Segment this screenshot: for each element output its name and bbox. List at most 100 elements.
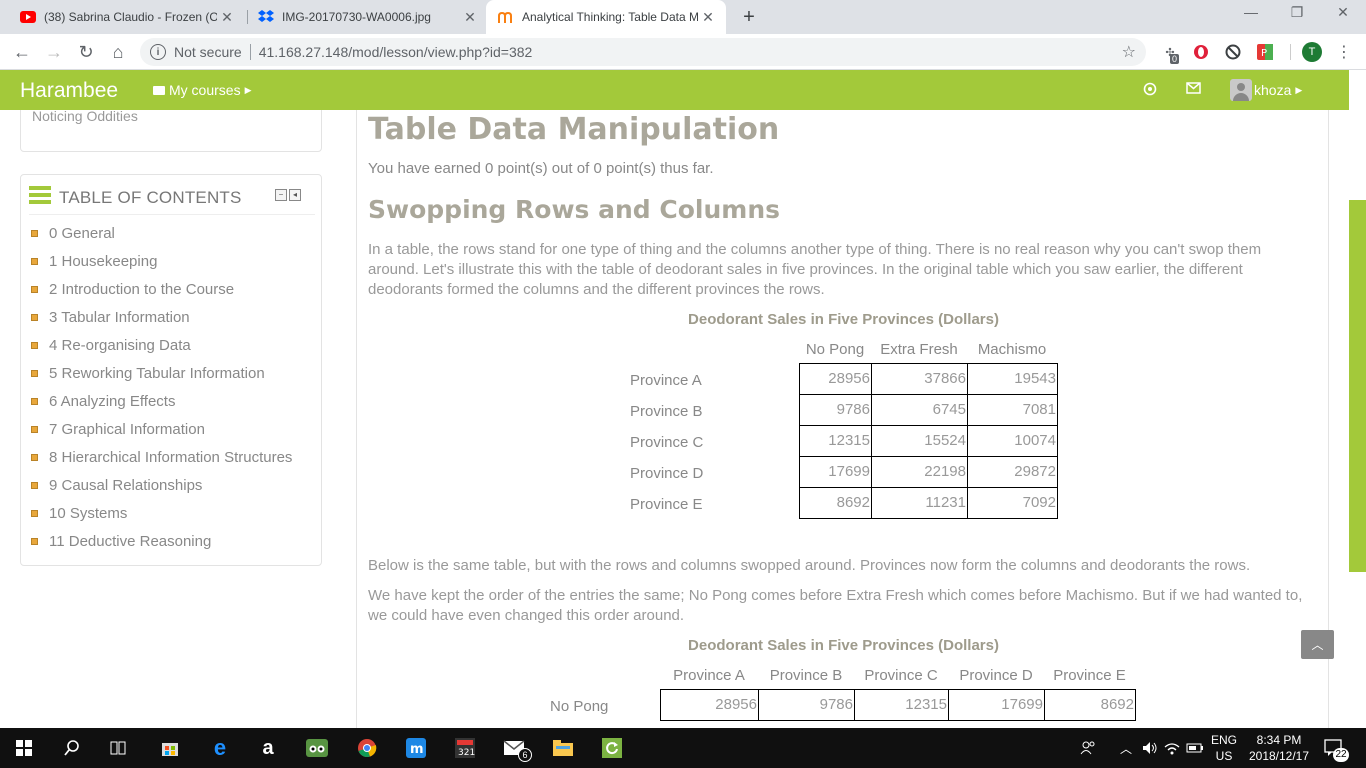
toc-item[interactable]: 7 Graphical Information [29, 415, 319, 443]
forward-icon[interactable]: → [42, 40, 66, 64]
clock[interactable]: 8:34 PM 2018/12/17 [1244, 732, 1314, 764]
close-tab-icon[interactable]: ✕ [698, 9, 718, 26]
tab-youtube[interactable]: (38) Sabrina Claudio - Frozen (Of ✕ [0, 0, 245, 34]
clock-date: 2018/12/17 [1248, 749, 1310, 763]
toc-item-label[interactable]: 9 Causal Relationships [49, 477, 202, 494]
column-header: Province A [673, 667, 745, 684]
block-extension-icon[interactable] [1224, 43, 1242, 61]
language-indicator[interactable]: ENG US [1208, 732, 1240, 764]
close-tab-icon[interactable]: ✕ [460, 9, 480, 26]
my-courses-menu[interactable]: My courses ▶ [153, 82, 252, 98]
table-cell: 9786 [758, 689, 855, 721]
order-paragraph: We have kept the order of the entries th… [368, 587, 1303, 624]
amazon-icon[interactable]: a [256, 736, 280, 760]
toc-item[interactable]: 6 Analyzing Effects [29, 387, 319, 415]
toc-item-label[interactable]: 8 Hierarchical Information Structures [49, 449, 292, 466]
toc-item[interactable]: 3 Tabular Information [29, 303, 319, 331]
volume-icon[interactable] [1138, 736, 1162, 760]
menu-kebab-icon[interactable]: ⋮ [1336, 42, 1352, 62]
table1-caption: Deodorant Sales in Five Provinces (Dolla… [688, 311, 999, 328]
toc-item-label[interactable]: 6 Analyzing Effects [49, 393, 175, 410]
toc-item[interactable]: 0 General [29, 219, 319, 247]
calendar-app-icon[interactable]: 321 [453, 736, 477, 760]
show-hidden-icons[interactable]: ︿ [1114, 736, 1138, 760]
toc-item-label[interactable]: 2 Introduction to the Course [49, 281, 234, 298]
restore-icon[interactable]: ❐ [1282, 4, 1312, 21]
info-icon[interactable]: i [150, 44, 166, 60]
toc-item-label[interactable]: 5 Reworking Tabular Information [49, 365, 265, 382]
new-tab-button[interactable]: + [738, 6, 760, 29]
toc-item-label[interactable]: 10 Systems [49, 505, 127, 522]
tripadvisor-icon[interactable] [305, 736, 329, 760]
table-cell: 11231 [871, 487, 968, 519]
back-to-top-button[interactable]: ︿ [1301, 630, 1334, 659]
square-bullet-icon [31, 397, 38, 405]
tab-title: Analytical Thinking: Table Data M [522, 10, 698, 24]
toc-item[interactable]: 4 Re-organising Data [29, 331, 319, 359]
profile-avatar[interactable]: T [1302, 42, 1322, 62]
toc-item-label[interactable]: 1 Housekeeping [49, 253, 157, 270]
toc-item[interactable]: 5 Reworking Tabular Information [29, 359, 319, 387]
wifi-icon[interactable] [1160, 736, 1184, 760]
divider [249, 44, 251, 60]
close-window-icon[interactable]: ✕ [1328, 4, 1358, 21]
home-icon[interactable]: ⌂ [106, 40, 130, 64]
toc-item[interactable]: 10 Systems [29, 499, 319, 527]
people-icon[interactable] [1076, 736, 1100, 760]
search-icon[interactable] [60, 736, 84, 760]
pushbullet-extension-icon[interactable]: P [1256, 43, 1274, 61]
messages-icon[interactable] [1186, 82, 1201, 97]
scrollbar-thumb[interactable] [1349, 200, 1366, 572]
tab-dropbox[interactable]: IMG-20170730-WA0006.jpg ✕ [238, 0, 488, 34]
section-heading: Swopping Rows and Columns [368, 195, 781, 224]
row-header: No Pong [550, 698, 609, 715]
minimize-icon[interactable]: — [1236, 4, 1266, 20]
table-cell: 12315 [799, 425, 872, 457]
toc-item-label[interactable]: 4 Re-organising Data [49, 337, 191, 354]
maxthon-icon[interactable]: m [404, 736, 428, 760]
address-bar[interactable]: i Not secure 41.168.27.148/mod/lesson/vi… [140, 38, 1146, 66]
user-menu[interactable]: khoza ▶ [1230, 79, 1302, 101]
square-bullet-icon [31, 341, 38, 349]
square-bullet-icon [31, 257, 38, 265]
toc-item[interactable]: 1 Housekeeping [29, 247, 319, 275]
bookmark-star-icon[interactable]: ☆ [1122, 42, 1136, 62]
notification-icon[interactable] [1143, 82, 1157, 99]
battery-icon[interactable] [1183, 736, 1207, 760]
table-cell: 22198 [871, 456, 968, 488]
extension-badge: 0 [1170, 54, 1180, 64]
toc-item-label[interactable]: 0 General [49, 225, 115, 242]
toc-header: TABLE OF CONTENTS − ◂ [29, 183, 315, 215]
toc-item[interactable]: 2 Introduction to the Course [29, 275, 319, 303]
edge-icon[interactable]: e [208, 735, 232, 760]
moodle-icon [498, 9, 514, 25]
refresh-app-icon[interactable] [600, 736, 624, 760]
previous-block-link[interactable]: Noticing Oddities [32, 110, 138, 124]
square-bullet-icon [31, 453, 38, 461]
dock-block-icon[interactable]: ◂ [289, 189, 301, 201]
column-header: Machismo [977, 341, 1047, 358]
back-icon[interactable]: ← [10, 40, 34, 64]
toc-item-label[interactable]: 11 Deductive Reasoning [49, 533, 211, 550]
task-view-icon[interactable] [106, 736, 130, 760]
column-header: Province B [769, 667, 843, 684]
square-bullet-icon [31, 229, 38, 237]
collapse-block-icon[interactable]: − [275, 189, 287, 201]
toc-item[interactable]: 9 Causal Relationships [29, 471, 319, 499]
url-text[interactable]: 41.168.27.148/mod/lesson/view.php?id=382 [259, 44, 533, 60]
toc-item-label[interactable]: 7 Graphical Information [49, 421, 205, 438]
toc-item[interactable]: 11 Deductive Reasoning [29, 527, 319, 555]
reload-icon[interactable]: ↻ [74, 40, 98, 64]
toc-item[interactable]: 8 Hierarchical Information Structures [29, 443, 319, 471]
close-tab-icon[interactable]: ✕ [217, 9, 237, 26]
tab-active-lesson[interactable]: Analytical Thinking: Table Data M ✕ [486, 0, 726, 34]
table-cell: 28956 [799, 363, 872, 395]
site-brand[interactable]: Harambee [20, 79, 118, 103]
toc-item-label[interactable]: 3 Tabular Information [49, 309, 190, 326]
store-icon[interactable] [158, 736, 182, 760]
site-navbar: Harambee My courses ▶ khoza ▶ [0, 70, 1349, 110]
file-explorer-icon[interactable] [551, 736, 575, 760]
windows-start-icon[interactable] [12, 736, 36, 760]
chrome-icon[interactable] [355, 736, 379, 760]
opera-extension-icon[interactable] [1192, 43, 1210, 61]
